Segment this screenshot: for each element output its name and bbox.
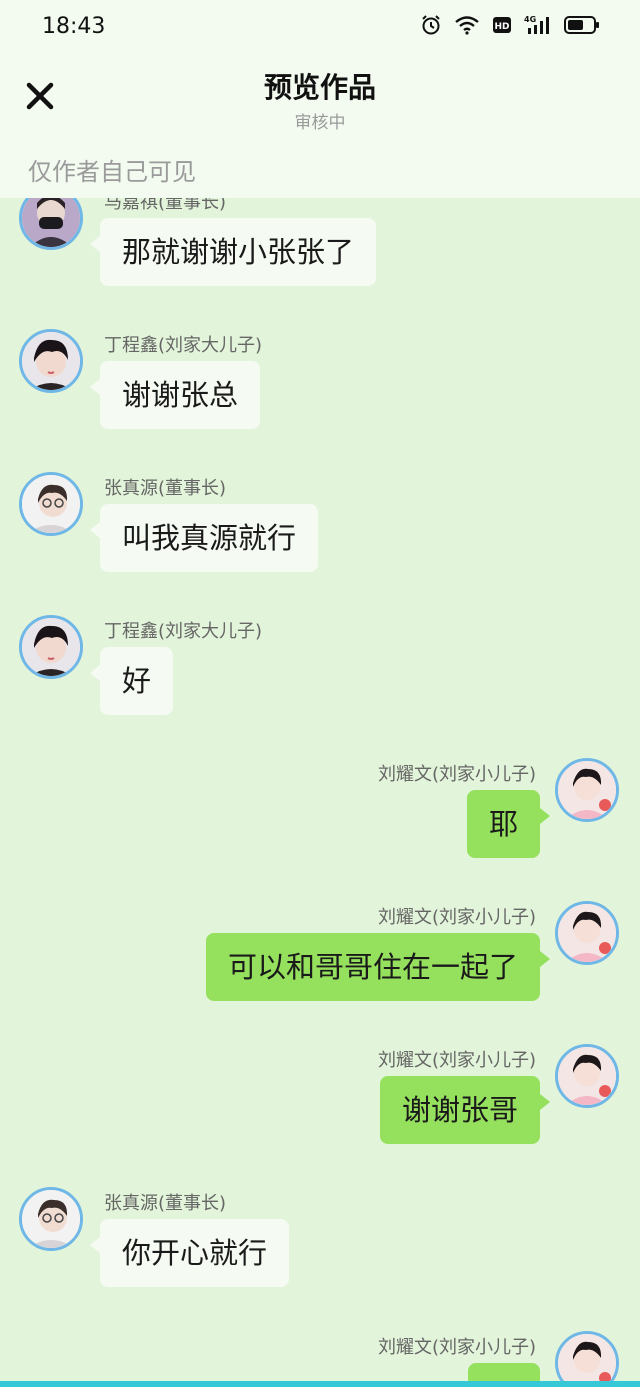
battery-icon — [564, 15, 600, 35]
wifi-icon — [454, 15, 480, 35]
sender-name: 张真源(董事长) — [104, 478, 227, 499]
sender-name: 刘耀文(刘家小儿子) — [377, 1050, 536, 1071]
status-bar: 18:43 HD 4G — [0, 0, 640, 56]
avatar[interactable] — [555, 1044, 619, 1108]
header: 18:43 HD 4G 预览作品 审核中 仅作者自己可见 — [0, 0, 640, 198]
status-time: 18:43 — [42, 14, 106, 39]
sender-name: 张真源(董事长) — [104, 1193, 227, 1214]
bottom-indicator-bar — [0, 1381, 640, 1387]
hd-icon: HD — [492, 15, 512, 35]
signal-4g-icon: 4G — [524, 14, 552, 36]
message-bubble[interactable]: 你开心就行 — [89, 1219, 290, 1287]
avatar[interactable] — [19, 329, 83, 393]
avatar[interactable] — [19, 615, 83, 679]
svg-text:HD: HD — [494, 22, 509, 32]
chat-area[interactable]: 马嘉祺(董事长) 那就谢谢小张张了 丁程鑫(刘家大儿子) 谢谢张总 张真源(董事… — [0, 0, 640, 1387]
alarm-icon — [420, 14, 442, 36]
page-title: 预览作品 — [263, 71, 376, 104]
review-status: 审核中 — [294, 113, 346, 133]
message-bubble[interactable]: 好 — [89, 647, 174, 715]
avatar[interactable] — [555, 1331, 619, 1387]
message-bubble[interactable]: 那就谢谢小张张了 — [89, 218, 377, 286]
sender-name: 刘耀文(刘家小儿子) — [377, 764, 536, 785]
avatar[interactable] — [555, 901, 619, 965]
message-bubble[interactable]: 谢谢张哥 — [379, 1076, 551, 1144]
sender-name: 刘耀文(刘家小儿子) — [377, 907, 536, 928]
message-bubble[interactable]: 谢谢张总 — [89, 361, 261, 429]
avatar[interactable] — [19, 1187, 83, 1251]
status-icons: HD 4G — [420, 14, 600, 36]
visibility-note: 仅作者自己可见 — [28, 158, 196, 186]
message-bubble[interactable]: 耶 — [466, 790, 551, 858]
sender-name: 丁程鑫(刘家大儿子) — [104, 621, 263, 642]
avatar[interactable] — [19, 472, 83, 536]
message-bubble[interactable]: 可以和哥哥住在一起了 — [205, 933, 551, 1001]
message-bubble[interactable]: 叫我真源就行 — [89, 504, 319, 572]
avatar[interactable] — [555, 758, 619, 822]
svg-text:4G: 4G — [524, 15, 536, 24]
sender-name: 刘耀文(刘家小儿子) — [377, 1337, 536, 1358]
sender-name: 丁程鑫(刘家大儿子) — [104, 335, 263, 356]
